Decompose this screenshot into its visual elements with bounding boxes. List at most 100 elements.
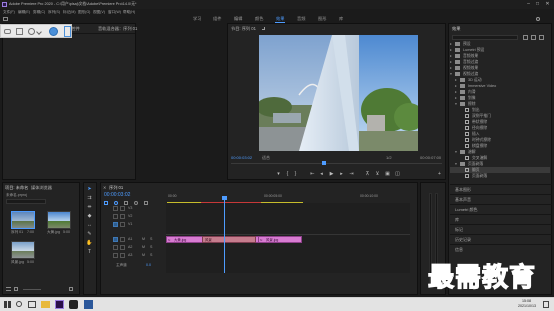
yuv-effects-icon[interactable] <box>539 35 544 40</box>
menu-window[interactable]: 窗口(W) <box>108 9 121 15</box>
icon-view-icon[interactable] <box>14 287 18 291</box>
tab-project[interactable]: 项目: 未命名 <box>5 183 28 192</box>
menu-marker[interactable]: 标记(M) <box>63 9 76 15</box>
project-search-input[interactable] <box>6 199 46 204</box>
step-back-icon[interactable]: ◂ <box>318 171 325 178</box>
menu-file[interactable]: 文件(F) <box>3 9 15 15</box>
timeline-playhead-handle[interactable] <box>222 196 227 200</box>
program-scrub-bar[interactable] <box>231 161 442 165</box>
effects-search-input[interactable] <box>452 35 518 40</box>
transition-clip[interactable]: 风景 <box>202 236 256 243</box>
accelerated-effects-icon[interactable] <box>523 35 528 40</box>
minimize-button[interactable]: – <box>525 1 532 8</box>
track-target-toggle[interactable] <box>113 237 118 242</box>
timeline-clip[interactable]: fx 风景.jpg <box>258 236 302 243</box>
lift-icon[interactable]: ⊼ <box>364 171 371 178</box>
ripple-edit-icon[interactable]: ⇹ <box>86 204 93 211</box>
menu-view[interactable]: 视图(V) <box>93 9 105 15</box>
menu-clip[interactable]: 剪辑(C) <box>33 9 45 15</box>
mark-in-icon[interactable]: { <box>284 171 291 178</box>
mute-button[interactable]: M <box>142 236 145 243</box>
project-item-thumb-dahuang[interactable] <box>47 211 71 229</box>
taskbar-date[interactable]: 2021/10/13 <box>518 304 536 309</box>
go-to-in-icon[interactable]: ⇤ <box>309 171 316 178</box>
track-target-toggle[interactable] <box>113 214 118 219</box>
track-lock-toggle[interactable] <box>120 237 125 242</box>
timeline-playhead-line[interactable] <box>224 197 225 273</box>
track-target-toggle[interactable] <box>113 222 118 227</box>
workspace-color[interactable]: 颜色 <box>255 15 263 23</box>
premiere-taskbar-icon[interactable] <box>55 300 64 309</box>
zoom-fit-select[interactable]: 适合 <box>262 155 270 160</box>
home-icon[interactable] <box>3 17 8 21</box>
hand-tool-icon[interactable]: ✋ <box>86 240 93 247</box>
tree-effect[interactable]: 页面剥落 <box>450 173 550 179</box>
zoom-slider[interactable] <box>23 289 41 290</box>
extract-icon[interactable]: ⊻ <box>374 171 381 178</box>
menu-graphics[interactable]: 图形(G) <box>78 9 90 15</box>
32bit-effects-icon[interactable] <box>531 35 536 40</box>
menu-sequence[interactable]: 序列(S) <box>48 9 60 15</box>
panel-info[interactable]: 信息 <box>450 244 552 253</box>
zoom-icon[interactable] <box>28 28 35 35</box>
project-item-thumb-sequence[interactable] <box>11 211 35 229</box>
master-track-volume[interactable]: 0.0 <box>146 262 151 269</box>
list-view-icon[interactable] <box>6 287 11 291</box>
timeline-close-icon[interactable]: ✕ <box>103 185 106 190</box>
panel-essential-sound[interactable]: 基本声音 <box>450 194 552 203</box>
track-target-toggle[interactable] <box>113 206 118 211</box>
track-lock-toggle[interactable] <box>120 206 125 211</box>
track-target-toggle[interactable] <box>113 245 118 250</box>
menu-help[interactable]: 帮助(H) <box>123 9 135 15</box>
step-forward-icon[interactable]: ▸ <box>338 171 345 178</box>
mute-button[interactable]: M <box>142 244 145 251</box>
record-icon[interactable] <box>49 27 58 36</box>
track-select-icon[interactable]: ⇉ <box>86 195 93 202</box>
track-target-toggle[interactable] <box>113 253 118 258</box>
pen-tool-icon[interactable]: ✎ <box>86 231 93 238</box>
track-lock-toggle[interactable] <box>120 214 125 219</box>
add-button-icon[interactable]: + <box>436 171 443 178</box>
menu-edit[interactable]: 编辑(E) <box>18 9 30 15</box>
workspace-editing[interactable]: 编辑 <box>234 15 242 23</box>
go-to-out-icon[interactable]: ⇥ <box>348 171 355 178</box>
workspace-graphics[interactable]: 图形 <box>318 15 326 23</box>
close-button[interactable]: ✕ <box>544 1 551 8</box>
track-lock-toggle[interactable] <box>120 245 125 250</box>
new-item-icon[interactable] <box>69 287 73 291</box>
selection-tool-icon[interactable]: ➤ <box>86 186 93 193</box>
timeline-timecode[interactable]: 00:00:03:02 <box>104 193 130 198</box>
panel-lumetri-color[interactable]: Lumetri 颜色 <box>450 204 552 213</box>
word-taskbar-icon[interactable] <box>84 300 93 309</box>
export-frame-icon[interactable]: ▣ <box>384 171 391 178</box>
razor-tool-icon[interactable]: ◆ <box>86 213 93 220</box>
track-lock-toggle[interactable] <box>120 222 125 227</box>
play-icon[interactable]: ▶ <box>328 171 335 178</box>
file-explorer-icon[interactable] <box>41 301 50 308</box>
comparison-view-icon[interactable]: ◫ <box>394 171 401 178</box>
scissors-icon[interactable] <box>16 28 23 35</box>
panel-libraries[interactable]: 库 <box>450 214 552 223</box>
task-view-icon[interactable] <box>28 301 36 308</box>
workspace-libraries[interactable]: 库 <box>339 15 343 23</box>
program-playhead[interactable] <box>322 161 326 165</box>
solo-button[interactable]: S <box>150 252 152 259</box>
workspace-audio[interactable]: 音频 <box>297 15 305 23</box>
search-icon[interactable] <box>536 17 540 21</box>
mute-button[interactable]: M <box>142 252 145 259</box>
type-tool-icon[interactable]: T <box>86 249 93 256</box>
windows-start-icon[interactable] <box>4 301 11 308</box>
search-icon[interactable] <box>16 301 22 307</box>
timeline-tab[interactable]: 序列 01 <box>109 183 123 192</box>
notification-icon[interactable] <box>543 301 549 308</box>
tab-media-browser[interactable]: 媒体浏览器 <box>31 183 52 192</box>
solo-button[interactable]: S <box>150 244 152 251</box>
workspace-learn[interactable]: 学习 <box>193 15 201 23</box>
panel-markers[interactable]: 标记 <box>450 224 552 233</box>
mark-out-icon[interactable]: } <box>292 171 299 178</box>
undo-icon[interactable] <box>4 29 11 34</box>
maximize-button[interactable]: □ <box>534 1 541 8</box>
snap-icon[interactable] <box>104 201 108 205</box>
chevron-down-icon[interactable] <box>36 29 42 35</box>
slip-tool-icon[interactable]: ↔ <box>86 222 93 229</box>
